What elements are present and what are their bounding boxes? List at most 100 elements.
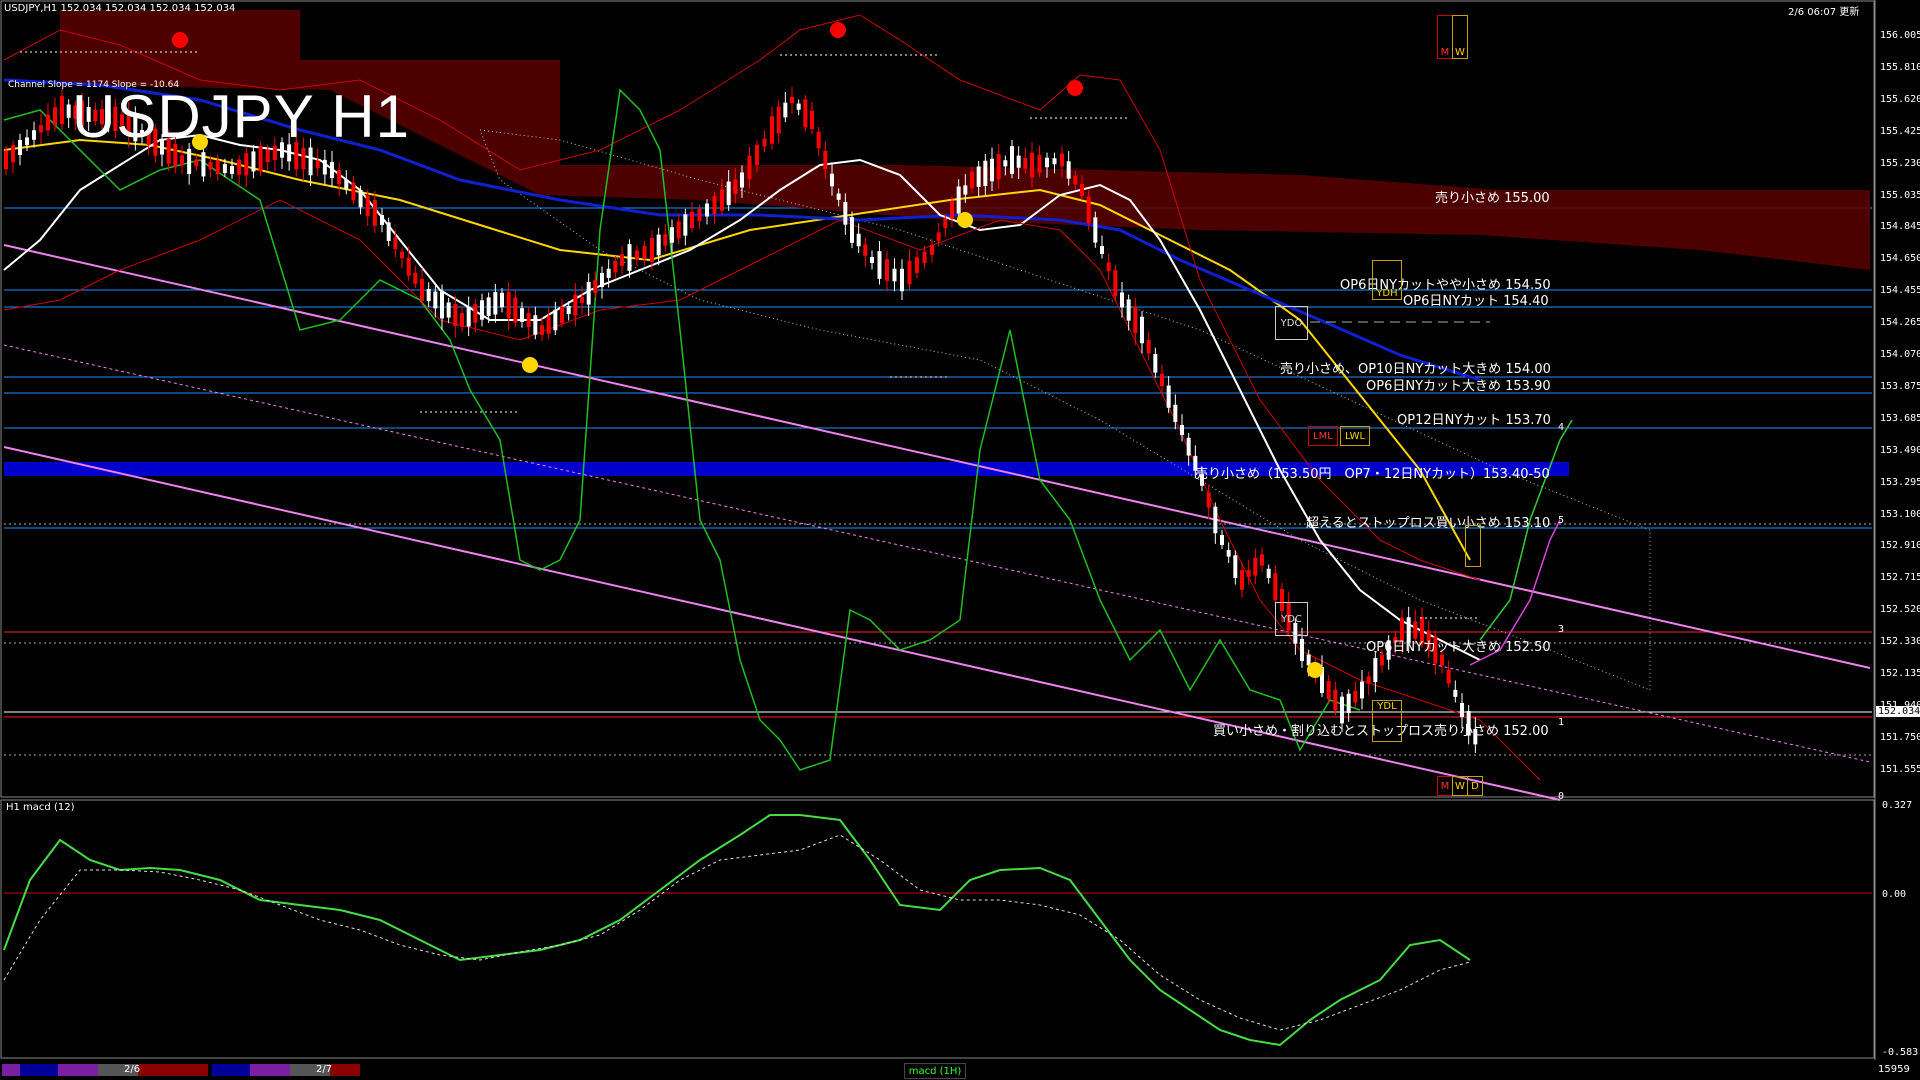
candle-body bbox=[936, 232, 941, 241]
price-tick: 155.230 bbox=[1880, 157, 1920, 169]
level-153-10: 超えるとストップロス買い小さめ 153.10 bbox=[1306, 516, 1551, 531]
candle-body bbox=[493, 292, 498, 315]
price-tick: 155.810 bbox=[1880, 61, 1920, 73]
channel-lower-line bbox=[3, 446, 1561, 801]
level-153-40-50: 売り小さめ（153.50円 OP7・12日NYカット）153.40-50 bbox=[1195, 467, 1550, 482]
price-tick: 153.685 bbox=[1880, 412, 1920, 424]
candle-body bbox=[365, 195, 370, 216]
candle-body bbox=[1086, 196, 1091, 224]
price-tick: 152.520 bbox=[1880, 604, 1920, 616]
candle-body bbox=[915, 257, 919, 273]
candle-body bbox=[796, 103, 801, 110]
candle-body bbox=[308, 147, 313, 176]
candle-body bbox=[907, 260, 912, 285]
candle-body bbox=[1233, 555, 1238, 578]
candle-body bbox=[836, 193, 841, 200]
candle-body bbox=[1360, 681, 1364, 699]
candle-body bbox=[1260, 554, 1264, 566]
candle-body bbox=[406, 257, 411, 276]
candle-body bbox=[222, 164, 227, 174]
m-box-bottom: M bbox=[1437, 776, 1453, 796]
candle-body bbox=[520, 308, 524, 322]
candle-body bbox=[712, 195, 717, 215]
candle-body bbox=[606, 268, 611, 278]
candle-body bbox=[1460, 702, 1464, 718]
candle-body bbox=[1003, 160, 1008, 167]
price-chart-canvas[interactable] bbox=[0, 0, 1920, 1080]
candle-body bbox=[1073, 175, 1078, 185]
candle-body bbox=[480, 300, 484, 320]
candle-body bbox=[1226, 550, 1231, 557]
candle-body bbox=[330, 162, 334, 178]
date-label-1: 2/6 bbox=[124, 1064, 141, 1075]
candle-body bbox=[453, 304, 458, 326]
fib-label-1: 1 bbox=[1558, 717, 1565, 728]
price-tick: 153.295 bbox=[1880, 476, 1920, 488]
candle-body bbox=[783, 102, 788, 118]
candle-body bbox=[870, 256, 874, 264]
candle-body bbox=[46, 114, 50, 131]
candle-body bbox=[885, 259, 889, 281]
candle-body bbox=[1153, 354, 1158, 373]
current-price-label: 152.034 bbox=[1876, 706, 1920, 717]
candle-body bbox=[1380, 654, 1384, 666]
candle-body bbox=[586, 282, 591, 305]
lml-box: LML bbox=[1308, 426, 1338, 446]
candle-body bbox=[656, 234, 661, 256]
price-tick: 156.005 bbox=[1880, 30, 1920, 41]
session-seg bbox=[58, 1064, 98, 1076]
price-tick: 152.910 bbox=[1880, 540, 1920, 552]
candle-body bbox=[1052, 158, 1057, 165]
candle-body bbox=[426, 288, 431, 302]
price-tick: 154.650 bbox=[1880, 253, 1920, 265]
candle-body bbox=[1440, 654, 1444, 666]
candle-body bbox=[900, 268, 904, 292]
candle-body bbox=[500, 292, 504, 308]
candle-body bbox=[733, 179, 738, 194]
candle-body bbox=[823, 150, 828, 170]
candle-body bbox=[573, 294, 578, 316]
candle-body bbox=[790, 96, 794, 104]
price-tick: 154.455 bbox=[1880, 285, 1920, 297]
macd-bottom-value: -0.583 bbox=[1882, 1047, 1919, 1058]
candle-body bbox=[740, 172, 744, 188]
candle-body bbox=[1045, 157, 1049, 168]
candle-body bbox=[747, 155, 752, 180]
candle-body bbox=[265, 149, 270, 163]
macd-zero-value: 0.00 bbox=[1882, 889, 1907, 900]
candle-body bbox=[690, 212, 694, 228]
candle-body bbox=[1030, 152, 1034, 178]
candle-body bbox=[386, 222, 391, 241]
candle-body bbox=[877, 251, 882, 279]
candle-body bbox=[466, 306, 471, 327]
price-tick: 152.330 bbox=[1880, 636, 1920, 648]
candle-body bbox=[720, 189, 724, 211]
fib-label-5: 5 bbox=[1558, 515, 1565, 526]
candle-body bbox=[1266, 568, 1271, 578]
macd-tab[interactable]: macd (1H) bbox=[904, 1063, 966, 1079]
candle-body bbox=[301, 147, 306, 170]
candle-body bbox=[670, 227, 674, 243]
price-tick: 153.875 bbox=[1880, 380, 1920, 392]
candle-body bbox=[440, 291, 444, 319]
candle-body bbox=[1080, 184, 1084, 196]
candle-body bbox=[337, 170, 342, 185]
candle-body bbox=[180, 155, 184, 165]
candle-body bbox=[776, 106, 781, 134]
price-tick: 154.070 bbox=[1880, 349, 1920, 360]
candle-body bbox=[983, 160, 988, 186]
candle-body bbox=[1446, 669, 1451, 684]
candle-body bbox=[705, 203, 709, 217]
datetime-label: 2/6 06:07 更新 bbox=[1788, 7, 1860, 18]
candle-body bbox=[816, 131, 821, 149]
candle-body bbox=[351, 182, 356, 201]
ydo-box: YDO bbox=[1275, 306, 1308, 340]
bb-lower bbox=[3, 199, 1541, 781]
candle-body bbox=[1220, 535, 1224, 545]
candle-body bbox=[201, 152, 206, 177]
session-seg bbox=[2, 1064, 20, 1076]
candle-body bbox=[650, 238, 654, 262]
candle-body bbox=[1010, 146, 1014, 174]
price-tick: 151.555 bbox=[1880, 763, 1920, 775]
ydh-box: YDH bbox=[1372, 260, 1402, 300]
